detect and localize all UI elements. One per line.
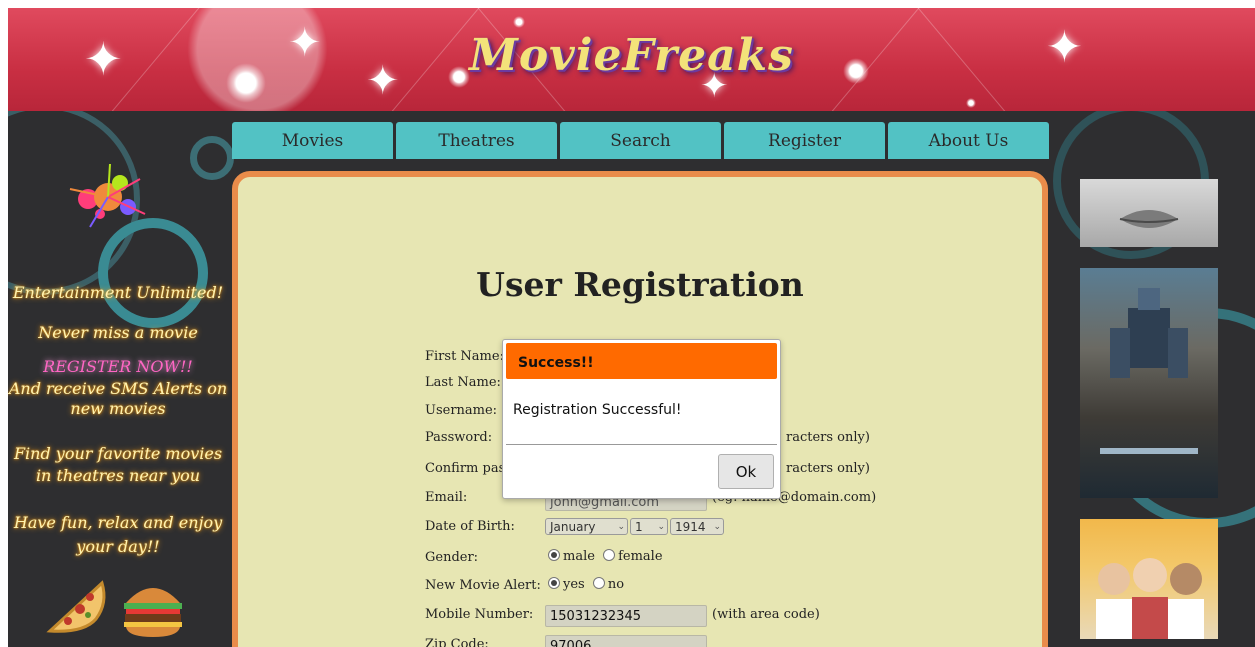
dob-year-select[interactable]: 1914 ⌄ [670, 518, 724, 535]
dialog-message: Registration Successful! [513, 402, 682, 418]
gender-male-label: male [563, 549, 595, 564]
success-dialog: Success!! Registration Successful! Ok [502, 339, 781, 499]
dob-day-value: 1 [635, 520, 643, 534]
robot-icon [1100, 288, 1198, 454]
nav-tab-search[interactable]: Search [560, 122, 721, 159]
chevron-down-icon: ⌄ [713, 522, 721, 532]
page-frame: ✦ ✦ ✦ ✦ ✦ MovieFreaks Entertainment Unli… [8, 8, 1255, 647]
dob-month-select[interactable]: January ⌄ [545, 518, 628, 535]
promo-never-miss: Never miss a movie [38, 323, 198, 342]
nav-tab-about-us[interactable]: About Us [888, 122, 1049, 159]
gender-label: Gender: [425, 550, 479, 565]
site-banner: ✦ ✦ ✦ ✦ ✦ MovieFreaks [8, 8, 1255, 111]
left-sidebar: Entertainment Unlimited! Never miss a mo… [8, 111, 228, 647]
nav-tab-theatres[interactable]: Theatres [396, 122, 557, 159]
password-hint: racters only) [786, 430, 870, 445]
lips-icon [1119, 210, 1179, 228]
pizza-icon [46, 580, 106, 633]
gender-female-radio[interactable] [603, 549, 616, 561]
poster-face-image[interactable] [1080, 179, 1218, 247]
people-icon [1096, 558, 1204, 639]
mobile-field[interactable]: 15031232345 [545, 605, 707, 627]
mobile-label: Mobile Number: [425, 607, 534, 622]
nav-tab-register[interactable]: Register [724, 122, 885, 159]
right-sidebar [1078, 111, 1255, 647]
last-name-label: Last Name: [425, 375, 501, 390]
dob-year-value: 1914 [675, 520, 706, 534]
promo-register-now[interactable]: REGISTER NOW!! [8, 357, 228, 376]
paint-splash-icon [69, 163, 146, 228]
ok-button[interactable]: Ok [718, 454, 774, 489]
promo-find-movies: Find your favorite movies in theatres ne… [13, 444, 223, 485]
chevron-down-icon: ⌄ [657, 522, 665, 532]
alert-yes-radio[interactable] [548, 577, 560, 589]
chevron-down-icon: ⌄ [617, 522, 625, 532]
promo-entertainment: Entertainment Unlimited! [12, 283, 224, 302]
email-label: Email: [425, 490, 468, 505]
dob-month-value: January [550, 520, 596, 534]
first-name-label: First Name: [425, 349, 504, 364]
movie-alert-options: yes no [548, 577, 624, 592]
main-nav: Movies Theatres Search Register About Us [232, 122, 1049, 160]
dob-label: Date of Birth: [425, 519, 515, 534]
promo-sms-alerts: And receive SMS Alerts on new movies [8, 379, 228, 418]
mobile-hint: (with area code) [712, 607, 820, 622]
alert-no-label: no [607, 577, 625, 592]
dialog-divider [506, 444, 777, 445]
dob-day-select[interactable]: 1 ⌄ [630, 518, 668, 535]
zip-field[interactable]: 97006 [545, 635, 707, 647]
promo-have-fun: Have fun, relax and enjoy your day!! [13, 513, 223, 556]
poster-hundred-foot-journey-image[interactable] [1080, 519, 1218, 639]
alert-no-radio[interactable] [592, 577, 605, 589]
page-title: User Registration [476, 265, 804, 304]
site-logo-title[interactable]: MovieFreaks [8, 30, 1255, 81]
confirm-password-hint: racters only) [786, 461, 870, 476]
poster-transformers-image[interactable] [1080, 268, 1218, 498]
nav-tab-movies[interactable]: Movies [232, 122, 393, 159]
burger-icon [124, 588, 182, 637]
zip-label: Zip Code: [425, 637, 489, 647]
username-label: Username: [425, 403, 498, 418]
gender-options: male female [548, 549, 663, 564]
dialog-title: Success!! [506, 343, 777, 379]
gender-female-label: female [618, 549, 663, 564]
gender-male-radio[interactable] [548, 549, 560, 561]
alert-yes-label: yes [563, 577, 585, 592]
password-label: Password: [425, 430, 493, 445]
movie-alert-label: New Movie Alert: [425, 578, 541, 593]
